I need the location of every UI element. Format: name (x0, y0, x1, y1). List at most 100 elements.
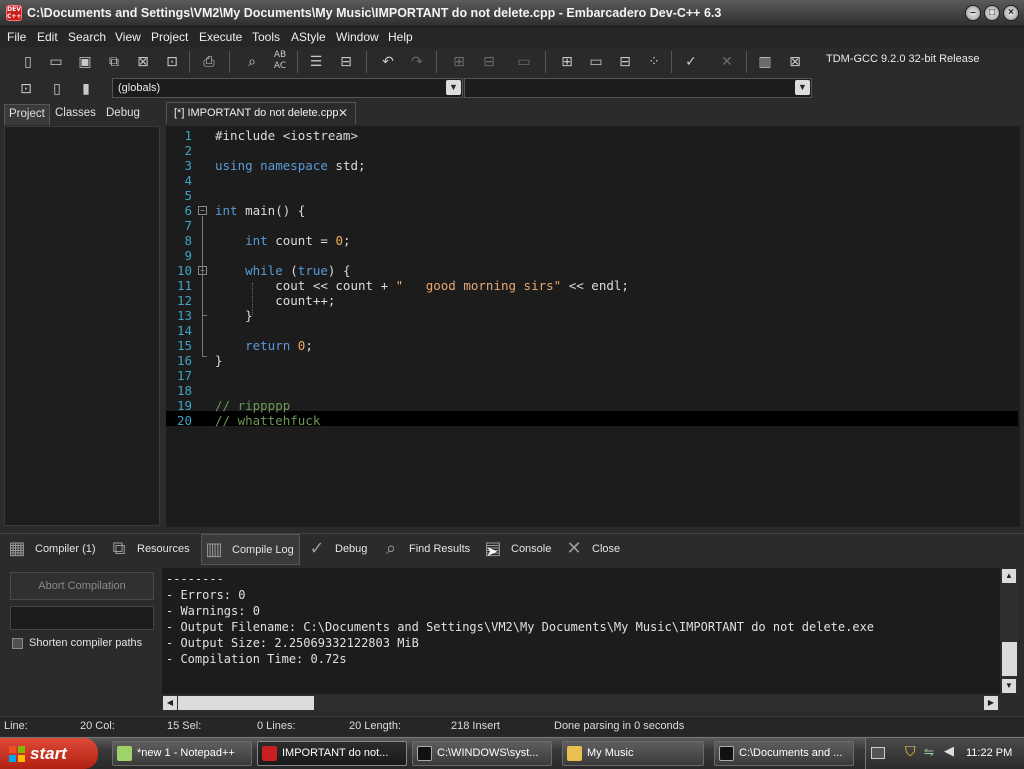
goto-prev-icon[interactable]: ⊟ (477, 50, 501, 74)
task-notepad[interactable]: *new 1 - Notepad++ (112, 741, 252, 766)
close-window-button[interactable]: × (1003, 5, 1019, 21)
scroll-right-icon[interactable]: ▶ (984, 696, 998, 710)
code-line: count++; (215, 293, 335, 308)
scroll-thumb[interactable] (178, 696, 314, 710)
shorten-paths-checkbox[interactable] (12, 638, 23, 649)
insert-code-icon[interactable]: ⊡ (14, 77, 38, 101)
stop-icon[interactable]: ✕ (715, 50, 739, 74)
check-icon[interactable]: ✓ (679, 50, 703, 74)
mouse-cursor-icon: ➤ (486, 544, 498, 560)
tab-debug[interactable]: Debug (102, 106, 144, 120)
indent-icon[interactable]: ☰ (304, 50, 328, 74)
member-select[interactable] (464, 78, 812, 98)
close-all-icon[interactable]: ⊡ (160, 50, 184, 74)
task-cmd-documents[interactable]: C:\Documents and ... (714, 741, 854, 766)
bookmark-icon[interactable]: ▯ (45, 77, 69, 101)
fold-end (202, 356, 207, 357)
comment-icon[interactable]: ▭ (512, 50, 536, 74)
line-number: 8 (184, 233, 192, 248)
code-token: count++; (215, 293, 336, 308)
line-number: 12 (176, 293, 192, 308)
keyboard-icon[interactable] (871, 747, 885, 759)
indent-guide (252, 283, 253, 315)
menu-execute[interactable]: Execute (199, 30, 242, 44)
minimize-button[interactable]: – (965, 5, 981, 21)
menu-file[interactable]: File (7, 30, 26, 44)
save-all-icon[interactable]: ⧉ (102, 50, 126, 74)
tab-close[interactable]: ✕ Close (562, 534, 620, 565)
unindent-icon[interactable]: ⊟ (334, 50, 358, 74)
scroll-left-icon[interactable]: ◀ (163, 696, 177, 710)
tab-debug-bottom[interactable]: ✓ Debug (305, 534, 367, 565)
tab-compiler-label: Compiler (1) (35, 543, 96, 555)
save-icon[interactable]: ▣ (73, 50, 97, 74)
line-number: 7 (184, 218, 192, 233)
log-horizontal-scrollbar[interactable]: ◀ ▶ (162, 695, 1000, 711)
project-tree-panel[interactable] (4, 126, 160, 526)
compiler-select[interactable]: TDM-GCC 9.2.0 32-bit Release (821, 50, 1020, 72)
tab-resources[interactable]: ⧉ Resources (107, 534, 190, 565)
tab-project[interactable]: Project (4, 104, 50, 125)
menu-tools[interactable]: Tools (252, 30, 280, 44)
chevron-down-icon[interactable]: ▼ (795, 80, 810, 95)
tab-compile-log[interactable]: ▥ Compile Log (201, 534, 300, 565)
tab-classes[interactable]: Classes (51, 106, 100, 120)
abort-compilation-button[interactable]: Abort Compilation (10, 572, 154, 600)
tab-compiler[interactable]: ▦ Compiler (1) (5, 534, 96, 565)
redo-icon[interactable]: ↷ (405, 50, 429, 74)
print-icon[interactable]: ⎙ (197, 50, 221, 74)
line-number: 16 (176, 353, 192, 368)
scroll-thumb[interactable] (1002, 642, 1017, 676)
delete-profile-icon[interactable]: ⊠ (783, 50, 807, 74)
task-devcpp[interactable]: IMPORTANT do not... (257, 741, 407, 766)
find-results-icon: ⌕ (385, 538, 397, 560)
tab-find-results[interactable]: ⌕ Find Results (379, 534, 470, 565)
task-cmd[interactable]: C:\WINDOWS\syst... (412, 741, 552, 766)
goto-next-icon[interactable]: ⊞ (447, 50, 471, 74)
code-editor[interactable]: 1 2 3 4 5 6 7 8 9 10 11 12 13 14 15 16 17 18 19 20 #include… (166, 126, 1020, 527)
menu-help[interactable]: Help (388, 30, 413, 44)
notepadpp-icon (117, 746, 132, 761)
compile-run-icon[interactable]: ⊟ (613, 50, 637, 74)
security-shield-icon[interactable]: ⛉ (905, 744, 916, 760)
menu-astyle[interactable]: AStyle (291, 30, 326, 44)
code-line: // rippppp (215, 398, 290, 413)
main-toolbar: ▯ ▭ ▣ ⧉ ⊠ ⊡ ⎙ ⌕ AB AC ☰ ⊟ ↶ ↷ ⊞ ⊟ ▭ ⊞ ▭ ⊟… (0, 47, 1024, 77)
code-token: int (215, 203, 246, 218)
fold-toggle-icon[interactable]: − (198, 206, 207, 215)
rebuild-icon[interactable]: ⁘ (642, 50, 666, 74)
scope-select[interactable]: (globals) (112, 78, 463, 98)
scroll-up-icon[interactable]: ▲ (1002, 569, 1016, 583)
profile-icon[interactable]: ▥ (753, 50, 777, 74)
code-token: main() { (245, 203, 306, 218)
network-icon[interactable]: ⇋ (924, 745, 934, 759)
scroll-down-icon[interactable]: ▼ (1002, 679, 1016, 693)
task-my-music-label: My Music (587, 747, 634, 759)
code-line: #include <iostream> (215, 128, 358, 143)
run-icon[interactable]: ▭ (584, 50, 608, 74)
replace-icon[interactable]: AB AC (268, 50, 292, 74)
compile-log-panel: Abort Compilation Shorten compiler paths… (0, 565, 1024, 715)
editor-file-tab[interactable]: [*] IMPORTANT do not delete.cpp ✕ (166, 102, 356, 124)
open-file-icon[interactable]: ▭ (44, 50, 68, 74)
compile-icon[interactable]: ⊞ (555, 50, 579, 74)
menu-edit[interactable]: Edit (37, 30, 58, 44)
new-file-icon[interactable]: ▯ (16, 50, 40, 74)
goto-bookmark-icon[interactable]: ▮ (74, 77, 98, 101)
maximize-button[interactable]: □ (984, 5, 1000, 21)
menu-view[interactable]: View (115, 30, 141, 44)
menu-search[interactable]: Search (68, 30, 106, 44)
task-my-music[interactable]: My Music (562, 741, 704, 766)
log-vertical-scrollbar[interactable]: ▲ ▼ (1001, 568, 1018, 694)
close-file-icon[interactable]: ⊠ (131, 50, 155, 74)
compile-log-output[interactable]: -------- - Errors: 0 - Warnings: 0 - Out… (162, 568, 1000, 694)
close-icon[interactable]: ✕ (338, 106, 348, 120)
undo-icon[interactable]: ↶ (376, 50, 400, 74)
devcpp-icon (262, 746, 277, 761)
menu-project[interactable]: Project (151, 30, 188, 44)
chevron-down-icon[interactable]: ▼ (446, 80, 461, 95)
find-icon[interactable]: ⌕ (240, 50, 264, 74)
menu-window[interactable]: Window (336, 30, 379, 44)
code-token: ; (342, 233, 351, 248)
volume-icon[interactable]: ◀ (944, 744, 954, 759)
